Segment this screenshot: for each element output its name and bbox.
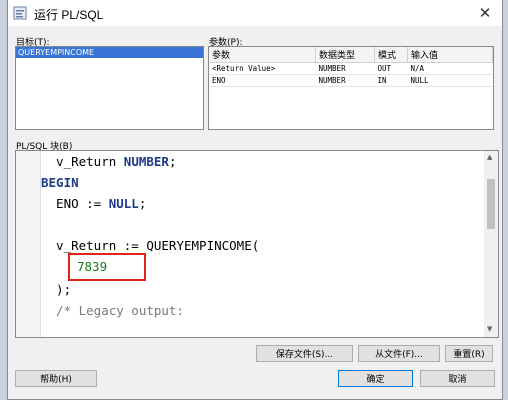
column-header-mode[interactable]: 模式 xyxy=(374,47,408,63)
reset-button[interactable]: 重置(R) xyxy=(445,345,493,362)
code-text: ; xyxy=(168,154,177,169)
table-row[interactable]: ENO NUMBER IN NULL xyxy=(209,74,493,87)
code-number-value: 7839 xyxy=(77,259,108,274)
ok-button[interactable]: 确定 xyxy=(338,370,413,387)
param-datatype: NUMBER xyxy=(315,74,375,87)
title-bar: 运行 PL/SQL ✕ xyxy=(8,0,502,26)
editor-scrollbar[interactable]: ▲ ▼ xyxy=(484,151,498,337)
column-header-datatype[interactable]: 数据类型 xyxy=(315,47,375,63)
app-icon xyxy=(13,6,27,20)
code-line: ); xyxy=(41,282,72,297)
table-row[interactable]: <Return Value> NUMBER OUT N/A xyxy=(209,62,493,75)
close-icon[interactable]: ✕ xyxy=(468,0,502,26)
code-keyword: NUMBER xyxy=(123,154,169,169)
param-datatype: NUMBER xyxy=(315,62,375,75)
scrollbar-thumb[interactable] xyxy=(487,179,495,229)
code-keyword: NULL xyxy=(108,196,139,211)
param-mode: OUT xyxy=(374,62,408,75)
params-table: 参数 数据类型 模式 输入值 <Return Value> NUMBER OUT… xyxy=(208,46,494,130)
param-value[interactable]: N/A xyxy=(407,62,493,75)
code-line: ENO := NULL; xyxy=(41,196,146,211)
column-header-param[interactable]: 参数 xyxy=(209,47,316,63)
param-name: <Return Value> xyxy=(209,62,316,75)
code-keyword-begin: BEGIN xyxy=(41,175,79,190)
scroll-down-icon[interactable]: ▼ xyxy=(487,325,492,333)
param-name: ENO xyxy=(209,74,316,87)
code-comment: /* Legacy output: xyxy=(41,303,184,318)
scroll-up-icon[interactable]: ▲ xyxy=(487,153,492,161)
column-header-input-value[interactable]: 输入值 xyxy=(407,47,493,63)
editor-gutter xyxy=(16,151,41,337)
run-plsql-dialog: 运行 PL/SQL ✕ 目标(T): QUERYEMPINCOME 参数(P):… xyxy=(7,0,503,400)
from-file-button[interactable]: 从文件(F)... xyxy=(358,345,440,362)
code-line: v_Return NUMBER; xyxy=(41,154,176,169)
save-file-button[interactable]: 保存文件(S)... xyxy=(256,345,353,362)
param-mode: IN xyxy=(374,74,408,87)
cancel-button[interactable]: 取消 xyxy=(420,370,495,387)
code-line: v_Return := QUERYEMPINCOME( xyxy=(41,238,260,253)
code-text: ENO := xyxy=(41,196,109,211)
window-title: 运行 PL/SQL xyxy=(34,8,104,22)
code-text: v_Return xyxy=(41,154,124,169)
help-button[interactable]: 帮助(H) xyxy=(15,370,97,387)
plsql-editor[interactable]: v_Return NUMBER; BEGIN ENO := NULL; v_Re… xyxy=(15,150,499,338)
code-text: ; xyxy=(138,196,147,211)
target-item-queryempincome[interactable]: QUERYEMPINCOME xyxy=(16,47,203,58)
param-value[interactable]: NULL xyxy=(407,74,493,87)
target-list[interactable]: QUERYEMPINCOME xyxy=(15,46,204,130)
